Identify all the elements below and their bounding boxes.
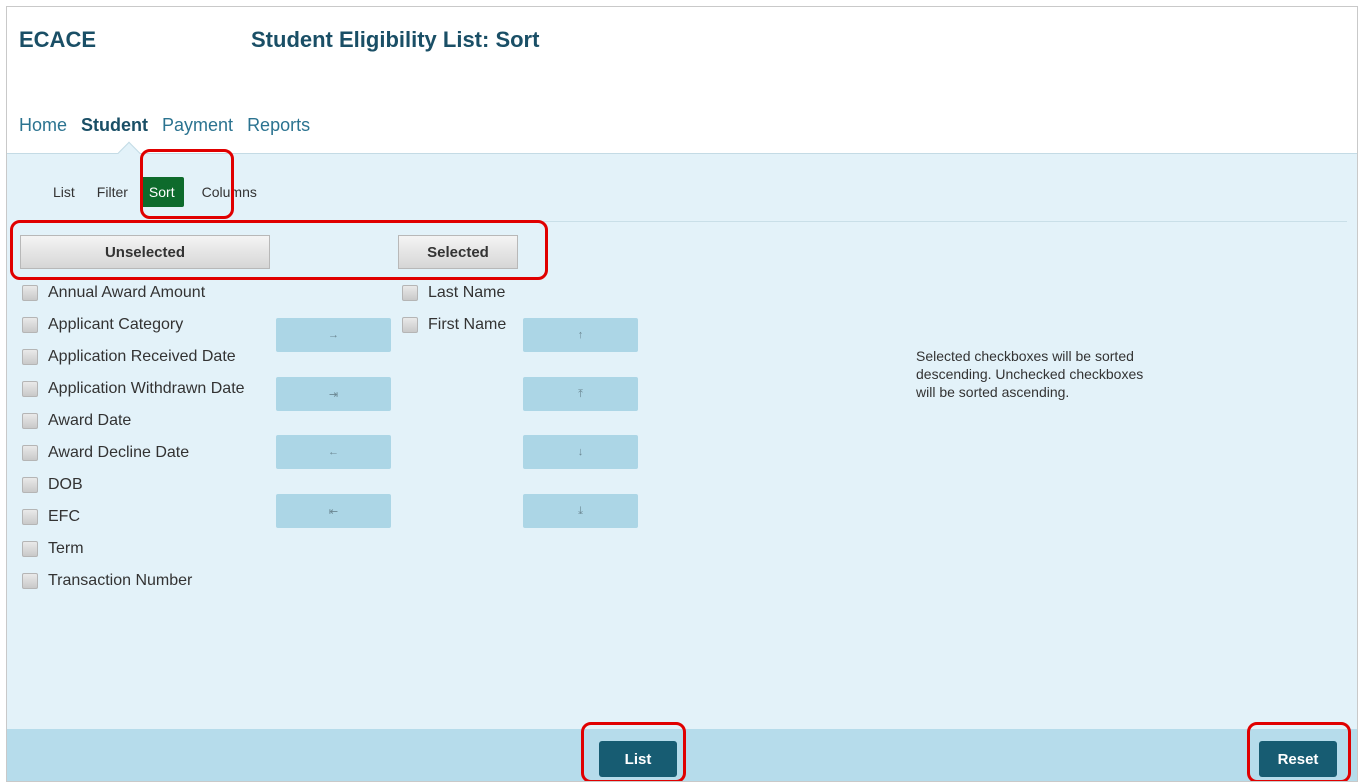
arrow-up-icon: ↑ — [577, 329, 584, 341]
move-left-button[interactable]: ← — [276, 435, 391, 469]
nav-student[interactable]: Student — [81, 115, 148, 136]
list-item[interactable]: DOB — [22, 469, 245, 501]
header: ECACE Student Eligibility List: Sort Hom… — [7, 7, 1357, 153]
list-item-label: Last Name — [428, 284, 506, 301]
nav-payment[interactable]: Payment — [162, 115, 233, 136]
page-title: Student Eligibility List: Sort — [251, 27, 540, 52]
list-item[interactable]: First Name — [402, 309, 506, 341]
arrow-to-start-icon: ⇤ — [328, 505, 339, 518]
unselected-list: Annual Award Amount Applicant Category A… — [22, 277, 245, 597]
list-item[interactable]: Application Received Date — [22, 341, 245, 373]
checkbox[interactable] — [22, 541, 38, 557]
divider — [17, 221, 1347, 222]
reset-button[interactable]: Reset — [1259, 741, 1337, 777]
move-all-right-button[interactable]: ⇥ — [276, 377, 391, 411]
list-item-label: Application Received Date — [48, 348, 236, 365]
footer-bar — [7, 729, 1357, 781]
subnav-sort[interactable]: Sort — [139, 177, 184, 207]
move-down-button[interactable]: ↓ — [523, 435, 638, 469]
unselected-header-button[interactable]: Unselected — [20, 235, 270, 269]
list-item[interactable]: Last Name — [402, 277, 506, 309]
checkbox[interactable] — [22, 317, 38, 333]
sub-nav: List Filter Sort Columns — [53, 177, 279, 207]
list-item-label: EFC — [48, 508, 80, 525]
subnav-list[interactable]: List — [53, 184, 75, 200]
arrow-to-bottom-icon: ⤓ — [578, 504, 583, 517]
move-right-button[interactable]: → — [276, 318, 391, 352]
help-text: Selected checkboxes will be sorted desce… — [916, 348, 1144, 400]
move-top-button[interactable]: ⤒ — [523, 377, 638, 411]
list-item[interactable]: Applicant Category — [22, 309, 245, 341]
checkbox[interactable] — [402, 285, 418, 301]
list-item-label: Annual Award Amount — [48, 284, 206, 301]
checkbox[interactable] — [22, 509, 38, 525]
list-item[interactable]: Application Withdrawn Date — [22, 373, 245, 405]
list-item-label: Term — [48, 540, 84, 557]
checkbox[interactable] — [402, 317, 418, 333]
selected-header-button[interactable]: Selected — [398, 235, 518, 269]
arrow-to-top-icon: ⤒ — [578, 387, 583, 400]
nav-home[interactable]: Home — [19, 115, 67, 136]
list-item-label: Applicant Category — [48, 316, 184, 333]
checkbox[interactable] — [22, 573, 38, 589]
checkbox[interactable] — [22, 381, 38, 397]
move-all-left-button[interactable]: ⇤ — [276, 494, 391, 528]
arrow-left-icon: ← — [328, 446, 339, 458]
subnav-columns[interactable]: Columns — [202, 184, 257, 200]
list-item[interactable]: Annual Award Amount — [22, 277, 245, 309]
arrow-right-icon: → — [328, 329, 339, 341]
list-item[interactable]: Award Decline Date — [22, 437, 245, 469]
checkbox[interactable] — [22, 285, 38, 301]
checkbox[interactable] — [22, 477, 38, 493]
app-window: ECACE Student Eligibility List: Sort Hom… — [6, 6, 1358, 782]
list-item-label: Application Withdrawn Date — [48, 380, 245, 397]
arrow-to-end-icon: ⇥ — [328, 388, 339, 401]
list-item-label: First Name — [428, 316, 507, 333]
main-nav: Home Student Payment Reports — [19, 115, 324, 136]
list-item-label: Award Date — [48, 412, 132, 429]
nav-reports[interactable]: Reports — [247, 115, 310, 136]
list-item[interactable]: Term — [22, 533, 245, 565]
list-item[interactable]: EFC — [22, 501, 245, 533]
list-item-label: Transaction Number — [48, 572, 193, 589]
brand-logo-text[interactable]: ECACE — [19, 27, 96, 53]
arrow-down-icon: ↓ — [577, 446, 584, 458]
checkbox[interactable] — [22, 445, 38, 461]
list-item-label: Award Decline Date — [48, 444, 190, 461]
list-button[interactable]: List — [599, 741, 677, 777]
move-up-button[interactable]: ↑ — [523, 318, 638, 352]
move-bottom-button[interactable]: ⤓ — [523, 494, 638, 528]
subnav-filter[interactable]: Filter — [97, 184, 128, 200]
list-item-label: DOB — [48, 476, 83, 493]
checkbox[interactable] — [22, 349, 38, 365]
checkbox[interactable] — [22, 413, 38, 429]
list-item[interactable]: Transaction Number — [22, 565, 245, 597]
selected-list: Last Name First Name — [402, 277, 506, 341]
list-item[interactable]: Award Date — [22, 405, 245, 437]
